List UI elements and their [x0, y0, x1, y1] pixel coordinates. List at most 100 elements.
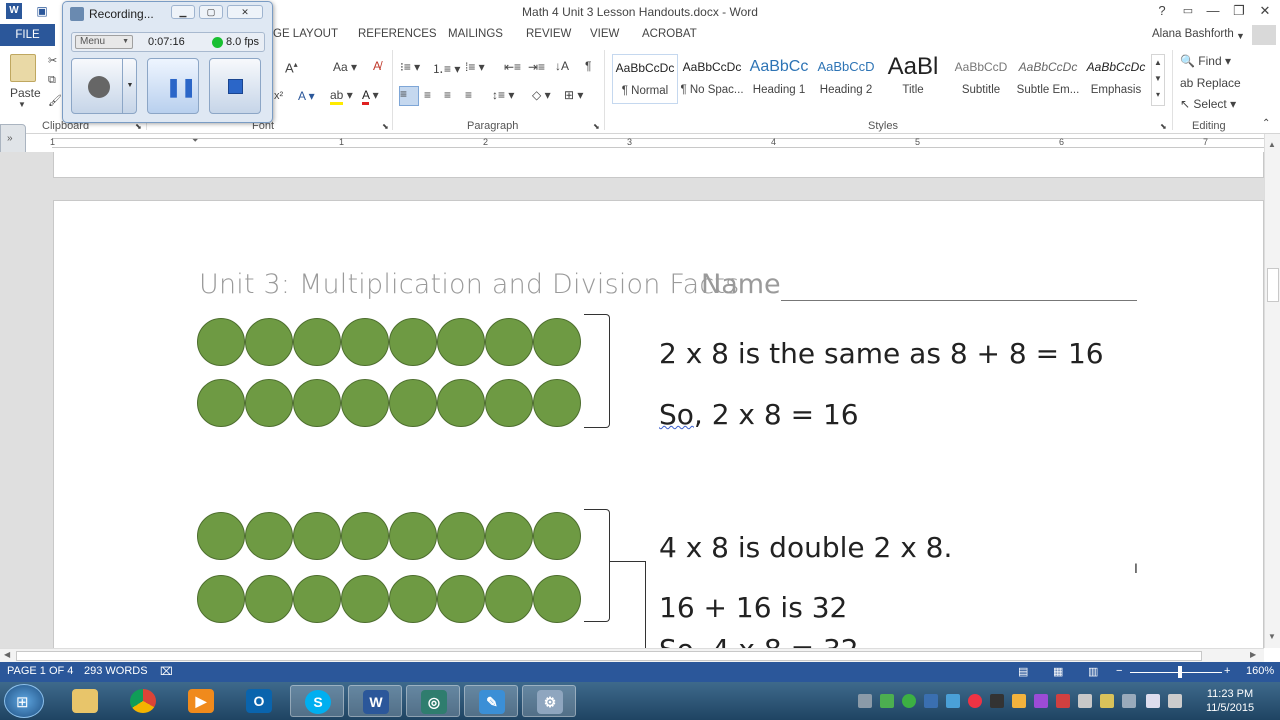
taskbar-outlook[interactable]: O	[232, 685, 286, 717]
collapse-ribbon-icon[interactable]: ⌃	[1262, 118, 1270, 129]
style-emphasis[interactable]: AaBbCcDc Emphasis	[1083, 54, 1149, 104]
taskbar-chrome[interactable]	[116, 685, 170, 717]
zoom-slider[interactable]	[1130, 672, 1222, 673]
grow-font-icon[interactable]: A▴	[285, 60, 298, 75]
font-launcher-icon[interactable]: ⬊	[382, 122, 389, 131]
tray-icon[interactable]	[968, 694, 982, 708]
tab-review[interactable]: REVIEW	[526, 28, 571, 40]
paste-icon[interactable]	[10, 54, 36, 82]
align-right-icon[interactable]: ≡	[444, 88, 451, 102]
clock[interactable]: 11:23 PM 11/5/2015	[1190, 687, 1270, 715]
tray-icon[interactable]	[1078, 694, 1092, 708]
user-name[interactable]: Alana Bashforth	[1152, 28, 1234, 40]
stop-button[interactable]	[209, 58, 261, 114]
tab-acrobat[interactable]: ACROBAT	[642, 28, 697, 40]
web-layout-icon[interactable]: ▥	[1088, 665, 1098, 678]
page-count[interactable]: PAGE 1 OF 4	[7, 665, 73, 677]
minimize-button[interactable]: —	[1203, 2, 1223, 20]
select-button[interactable]: ↖ Select ▾	[1180, 97, 1236, 111]
horizontal-ruler[interactable]: ⏷ 1 1 2 3 4 5 6 7	[0, 134, 1280, 152]
paste-chevron-icon[interactable]: ▼	[18, 100, 26, 109]
shading-icon[interactable]: ◇ ▾	[532, 88, 551, 102]
page[interactable]: Unit 3: Multiplication and Division Fact…	[53, 200, 1264, 648]
indent-marker[interactable]: ⏷	[192, 136, 200, 150]
vertical-scroll-thumb[interactable]	[1267, 268, 1279, 302]
user-avatar[interactable]	[1252, 25, 1276, 45]
proofing-icon[interactable]: ⌧	[160, 665, 173, 678]
taskbar-word[interactable]: W	[348, 685, 402, 717]
recorder-minimize-button[interactable]: ▁	[171, 5, 195, 19]
style-heading-1[interactable]: AaBbCc Heading 1	[746, 54, 812, 104]
style-no-spacing[interactable]: AaBbCcDc ¶ No Spac...	[679, 54, 745, 104]
line-spacing-icon[interactable]: ↕≡ ▾	[492, 88, 514, 102]
record-button[interactable]: ▼	[71, 58, 137, 114]
tab-page-layout[interactable]: GE LAYOUT	[273, 28, 338, 40]
tab-view[interactable]: VIEW	[590, 28, 619, 40]
scroll-down-icon[interactable]: ▼	[1268, 632, 1276, 641]
change-case-icon[interactable]: Aa ▾	[333, 60, 357, 74]
find-button[interactable]: 🔍 Find ▾	[1180, 54, 1231, 68]
taskbar-notes[interactable]: ✎	[464, 685, 518, 717]
paragraph-launcher-icon[interactable]: ⬊	[593, 122, 600, 131]
borders-icon[interactable]: ⊞ ▾	[564, 88, 583, 102]
sort-icon[interactable]: ↓A	[555, 59, 569, 73]
style-subtle-emphasis[interactable]: AaBbCcDc Subtle Em...	[1015, 54, 1081, 104]
flag-icon[interactable]	[1168, 694, 1182, 708]
paste-button-label[interactable]: Paste	[10, 86, 41, 100]
user-menu-chevron-icon[interactable]: ▼	[1236, 31, 1245, 41]
recording-widget[interactable]: Recording... ▁ ▢ ✕ Menu ▼ 0:07:16 8.0 fp…	[62, 1, 273, 123]
tray-icon[interactable]	[990, 694, 1004, 708]
style-heading-2[interactable]: AaBbCcD Heading 2	[813, 54, 879, 104]
volume-icon[interactable]	[1146, 694, 1160, 708]
tab-mailings[interactable]: MAILINGS	[448, 28, 503, 40]
pause-button[interactable]: ❚❚	[147, 58, 199, 114]
decrease-indent-icon[interactable]: ⇤≡	[504, 60, 521, 74]
tray-icon[interactable]	[946, 694, 960, 708]
style-subtitle[interactable]: AaBbCcD Subtitle	[948, 54, 1014, 104]
document-area[interactable]: Unit 3: Multiplication and Division Fact…	[0, 152, 1264, 648]
network-icon[interactable]	[1122, 694, 1136, 708]
restore-button[interactable]: ❐	[1229, 2, 1249, 20]
clipboard-launcher-icon[interactable]: ⬊	[135, 122, 142, 131]
align-left-button[interactable]: ≡	[399, 86, 419, 106]
format-painter-icon[interactable]: 🖌	[48, 94, 62, 107]
vertical-scrollbar[interactable]: ▲ ▼	[1264, 134, 1280, 648]
styles-launcher-icon[interactable]: ⬊	[1160, 122, 1167, 131]
recorder-menu-button[interactable]: Menu ▼	[75, 35, 133, 49]
highlight-icon[interactable]: ab ▾	[330, 88, 353, 105]
zoom-slider-thumb[interactable]	[1178, 666, 1182, 678]
justify-icon[interactable]: ≡	[465, 88, 472, 102]
increase-indent-icon[interactable]: ⇥≡	[528, 60, 545, 74]
font-color-icon[interactable]: A ▾	[362, 88, 379, 105]
cut-icon[interactable]: ✂	[48, 54, 57, 67]
recorder-maximize-button[interactable]: ▢	[199, 5, 223, 19]
zoom-level[interactable]: 160%	[1246, 665, 1274, 677]
print-layout-icon[interactable]: ▦	[1053, 665, 1063, 678]
styles-gallery-scroll[interactable]: ▲ ▼ ▾	[1151, 54, 1165, 106]
tray-icon[interactable]	[880, 694, 894, 708]
style-title[interactable]: AaBl Title	[880, 54, 946, 104]
recorder-close-button[interactable]: ✕	[227, 5, 263, 19]
multilevel-list-icon[interactable]: ⁞≡ ▾	[465, 60, 485, 74]
tray-icon[interactable]	[902, 694, 916, 708]
read-mode-icon[interactable]: ▤	[1018, 665, 1028, 678]
horizontal-scroll-thumb[interactable]	[16, 651, 1202, 661]
bluetooth-icon[interactable]	[924, 694, 938, 708]
close-button[interactable]: ✕	[1255, 2, 1275, 20]
scroll-left-icon[interactable]: ◀	[4, 650, 10, 659]
text-effects-icon[interactable]: A ▾	[298, 89, 315, 103]
spelling-flag-so[interactable]: So	[659, 398, 694, 431]
tray-icon[interactable]	[1012, 694, 1026, 708]
tray-icon[interactable]	[1034, 694, 1048, 708]
word-count[interactable]: 293 WORDS	[84, 665, 148, 677]
align-center-icon[interactable]: ≡	[424, 88, 431, 102]
zoom-in-icon[interactable]: +	[1224, 665, 1230, 677]
tray-icon[interactable]	[1100, 694, 1114, 708]
horizontal-scrollbar[interactable]: ◀ ▶	[0, 648, 1264, 662]
help-button[interactable]: ?	[1152, 2, 1172, 20]
style-normal[interactable]: AaBbCcDc ¶ Normal	[612, 54, 678, 104]
clear-formatting-icon[interactable]: A̸	[373, 59, 381, 73]
taskbar-app[interactable]: ◎	[406, 685, 460, 717]
copy-icon[interactable]: ⧉	[48, 74, 56, 87]
tab-file[interactable]: FILE	[0, 24, 55, 46]
